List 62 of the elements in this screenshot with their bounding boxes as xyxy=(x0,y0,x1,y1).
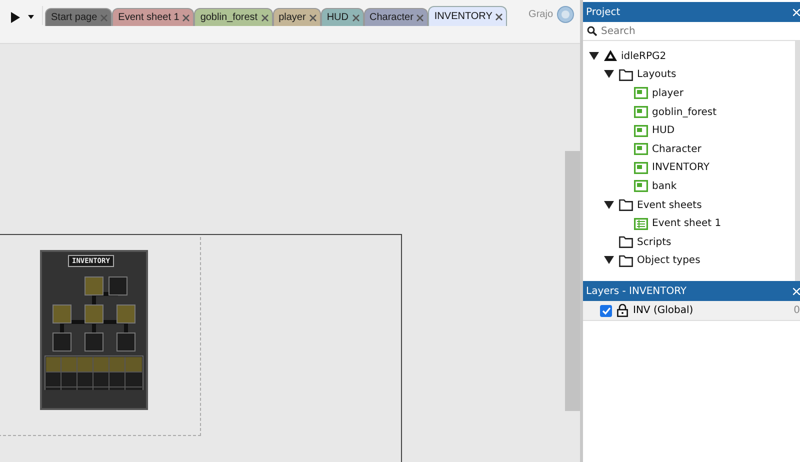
layout-icon xyxy=(634,106,648,118)
tab-label[interactable]: Character xyxy=(370,12,414,23)
editor-tab[interactable]: player xyxy=(272,8,321,26)
tree-item[interactable]: HUD xyxy=(652,125,675,136)
project-icon xyxy=(604,50,617,62)
close-icon[interactable] xyxy=(495,12,504,20)
tree-item[interactable]: INVENTORY xyxy=(652,162,710,174)
folder-icon xyxy=(619,236,633,248)
tree-item[interactable]: Event sheets xyxy=(637,200,702,211)
layout-icon xyxy=(634,162,648,174)
expand-arrow-icon[interactable] xyxy=(604,200,614,210)
scrollbar-thumb[interactable] xyxy=(565,151,580,411)
visibility-checkbox[interactable] xyxy=(600,304,612,316)
tab-label[interactable]: player xyxy=(278,12,306,23)
event-sheet-icon xyxy=(634,218,648,230)
user-name: Grajo xyxy=(528,9,553,20)
layout-icon xyxy=(634,124,648,137)
editor-tab[interactable]: INVENTORY xyxy=(428,6,508,26)
tree-item[interactable]: Event sheet 1 xyxy=(652,218,722,230)
search-input[interactable]: Search xyxy=(601,26,800,36)
caret-icon[interactable] xyxy=(28,15,34,19)
tree-item[interactable]: Layouts xyxy=(637,69,676,80)
search-field[interactable]: Search xyxy=(583,22,800,41)
editor-tab[interactable]: Event sheet 1 xyxy=(112,8,194,26)
layout-icon xyxy=(634,143,648,156)
folder-icon xyxy=(619,254,633,267)
tab-label[interactable]: INVENTORY xyxy=(434,11,492,22)
close-icon[interactable] xyxy=(416,14,424,22)
layout-icon xyxy=(634,180,648,192)
editor-tab[interactable]: Start page xyxy=(45,8,112,26)
layer-name: INV (Global) xyxy=(633,305,694,316)
editor-tab[interactable]: Character xyxy=(364,8,428,26)
tree-item[interactable]: Object types xyxy=(637,255,700,266)
close-icon[interactable] xyxy=(308,14,317,22)
search-icon xyxy=(587,26,597,36)
tree-item[interactable]: Scripts xyxy=(637,236,672,248)
tab-label[interactable]: goblin_forest xyxy=(200,12,258,23)
panel-title: Project xyxy=(586,6,620,18)
tab-label[interactable]: Event sheet 1 xyxy=(118,12,180,23)
tree-item[interactable]: Character xyxy=(652,144,702,155)
layer-row[interactable]: INV (Global) 0 xyxy=(583,301,800,321)
panel-title: Layers - INVENTORY xyxy=(586,286,687,296)
layout-icon xyxy=(634,87,648,100)
folder-icon xyxy=(619,68,633,81)
editor-tab[interactable]: HUD xyxy=(320,8,364,26)
close-icon[interactable] xyxy=(260,14,269,22)
layer-count: 0 xyxy=(794,305,800,316)
tree-item[interactable]: goblin_forest xyxy=(652,106,717,118)
tab-label[interactable]: HUD xyxy=(326,12,348,23)
padlock-icon[interactable] xyxy=(617,304,628,317)
tree-item[interactable]: player xyxy=(652,88,684,99)
folder-icon xyxy=(619,199,633,212)
expand-arrow-icon[interactable] xyxy=(589,52,599,61)
play-icon[interactable] xyxy=(10,12,20,22)
expand-arrow-icon[interactable] xyxy=(604,256,614,266)
close-icon[interactable] xyxy=(352,14,360,22)
tab-label[interactable]: Start page xyxy=(51,12,98,23)
tree-item[interactable]: bank xyxy=(652,180,677,192)
editor-tab[interactable]: goblin_forest xyxy=(194,8,273,26)
tree-item[interactable]: idleRPG2 xyxy=(621,50,666,62)
close-icon[interactable] xyxy=(182,14,190,22)
expand-arrow-icon[interactable] xyxy=(604,70,614,80)
